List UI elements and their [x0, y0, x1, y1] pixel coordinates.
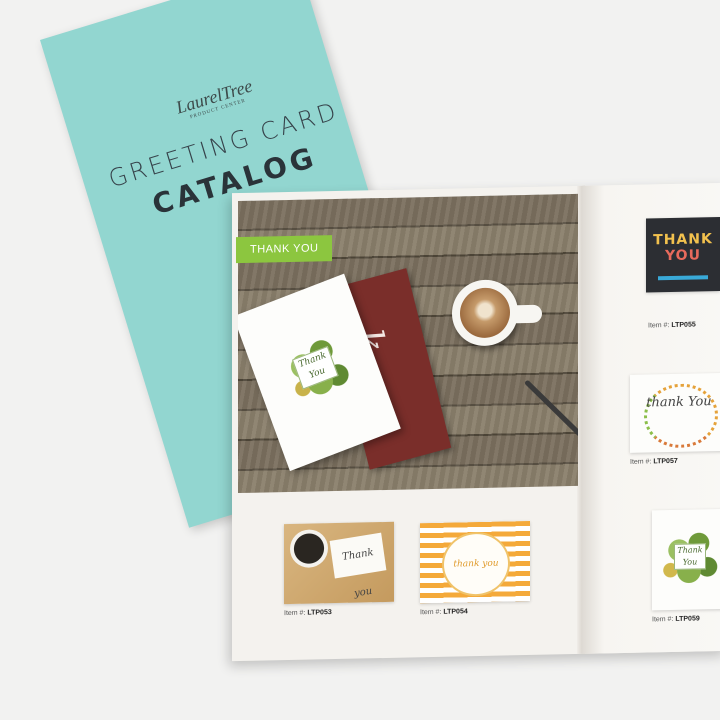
- open-catalog-spread: k Thank You THANK YOU Thank you Item #: …: [232, 182, 720, 662]
- item-caption: Item #: LTP059: [652, 615, 700, 623]
- product-card-text-line1: THANK: [653, 231, 713, 249]
- product-card-text: thank you: [442, 531, 510, 597]
- product-image-ltp054: thank you: [420, 520, 530, 604]
- product-card-text: Thank You: [674, 543, 706, 570]
- coffee-mug: [290, 529, 328, 568]
- creamer-pitcher: [512, 304, 542, 324]
- latte-art: [460, 287, 510, 339]
- item-code: LTP054: [443, 608, 468, 616]
- product-card-text: thank You: [646, 394, 712, 411]
- item-caption: Item #: LTP054: [420, 608, 468, 616]
- product-image-ltp053: Thank you: [284, 521, 394, 605]
- catalog-photo: LaurelTree PRODUCT CENTER GREETING CARD …: [0, 0, 720, 720]
- item-label: Item #:: [630, 458, 652, 466]
- item-label: Item #:: [420, 608, 442, 617]
- card-accent-strip: [658, 275, 708, 281]
- item-caption: Item #: LTP057: [630, 458, 678, 466]
- product-image-ltp055: THANK YOU: [646, 216, 720, 293]
- item-code: LTP055: [671, 321, 696, 329]
- item-code: LTP053: [307, 609, 332, 617]
- wreath-illustration: [644, 383, 718, 449]
- item-label: Item #:: [648, 322, 670, 330]
- item-label: Item #:: [652, 615, 674, 624]
- item-code: LTP059: [675, 615, 700, 623]
- section-badge: THANK YOU: [236, 235, 333, 264]
- item-code: LTP057: [653, 457, 678, 466]
- item-caption: Item #: LTP053: [284, 609, 332, 617]
- product-card-text-line2: YOU: [665, 247, 701, 265]
- product-image-ltp057: thank You: [630, 372, 720, 453]
- product-image-ltp059: Thank You: [652, 508, 720, 611]
- item-caption: Item #: LTP055: [648, 321, 696, 329]
- product-card-text: Thank you: [329, 532, 387, 599]
- item-label: Item #:: [284, 609, 306, 618]
